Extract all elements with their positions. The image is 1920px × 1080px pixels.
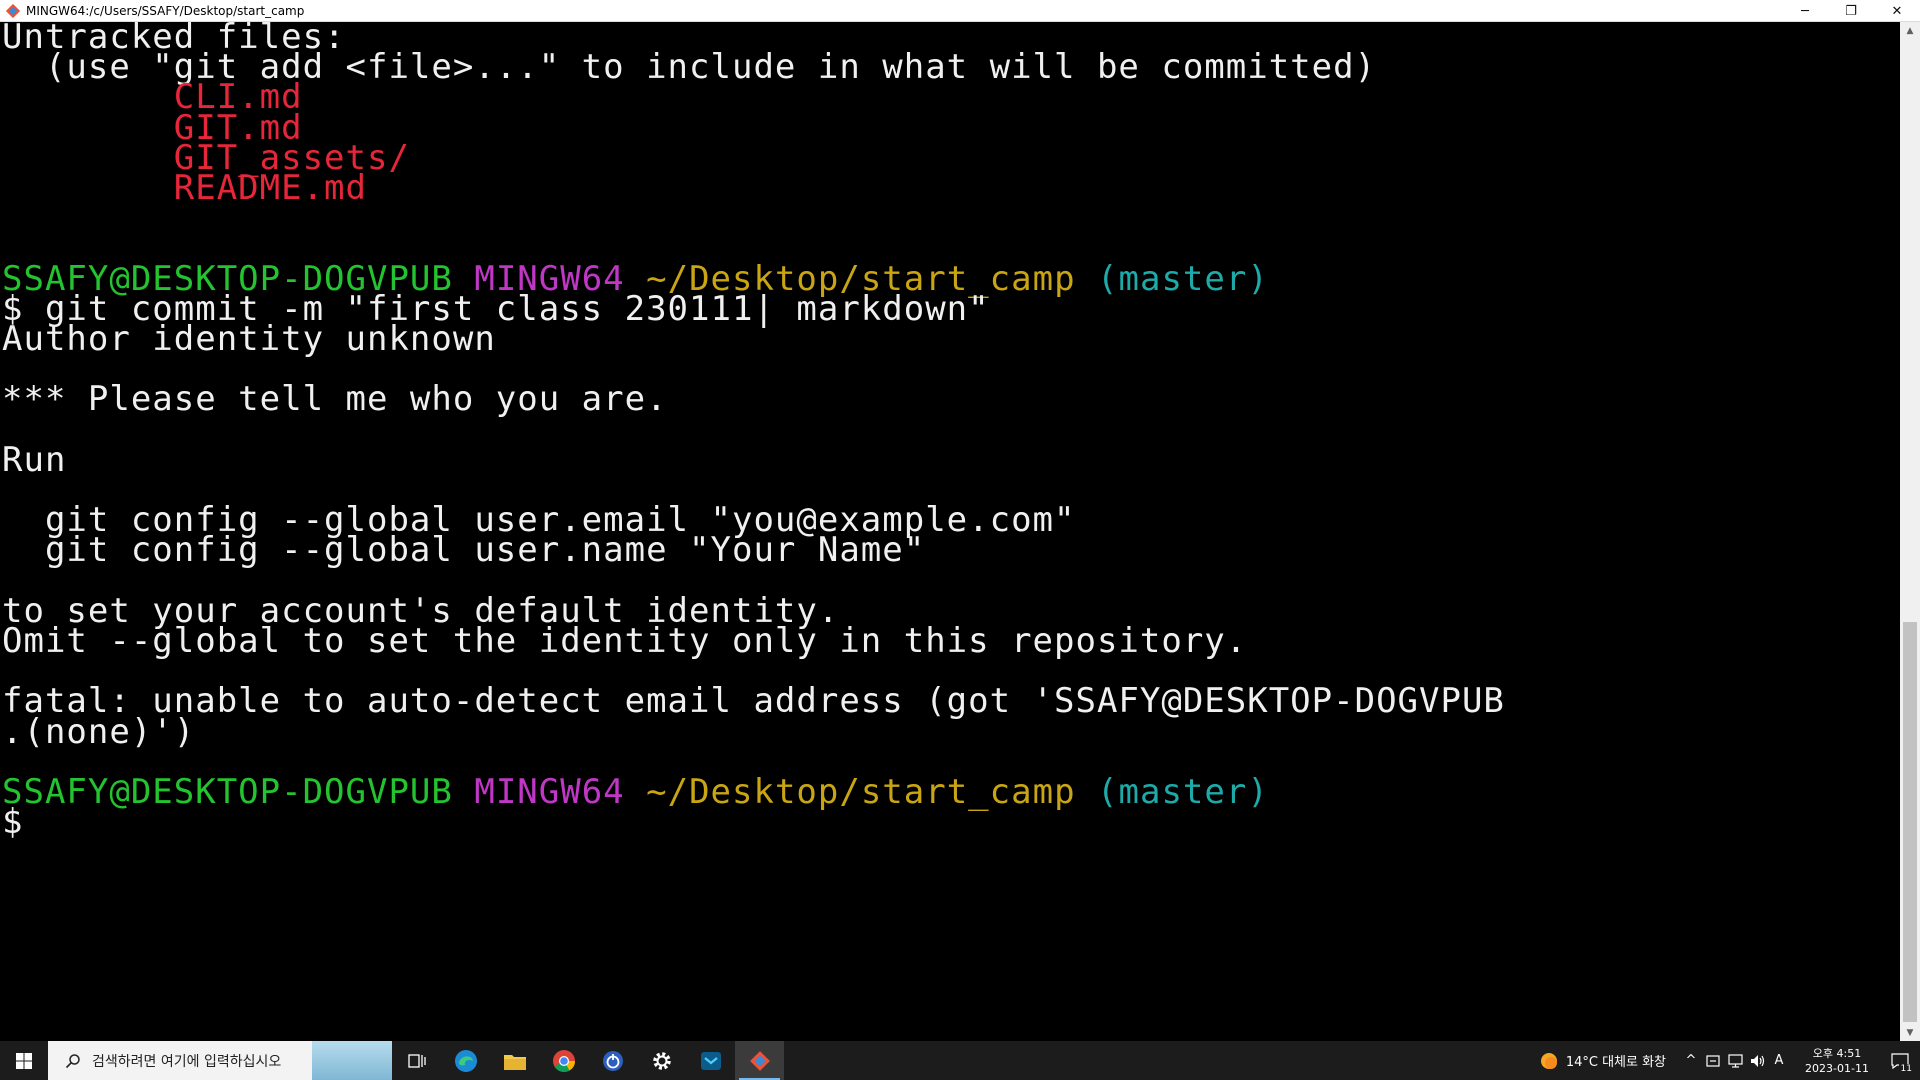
chevron-up-icon[interactable]: ^ [1680,1041,1702,1080]
power-app-icon[interactable] [588,1041,637,1080]
weather-sun-icon [1540,1052,1557,1069]
windows-taskbar: 검색하려면 여기에 입력하십시오 14°C 대체로 화창 ^ A 오후 4:51… [0,1041,1920,1080]
terminal-text-segment: ~/Desktop/start_camp [646,772,1076,812]
terminal-line: fatal: unable to auto-detect email addre… [2,683,1505,720]
terminal-text-segment: MINGW64 [474,772,625,812]
notification-center-button[interactable]: 11 [1880,1041,1920,1080]
search-placeholder: 검색하려면 여기에 입력하십시오 [92,1053,282,1070]
terminal-text-segment: README.md [2,168,367,208]
terminal-text-segment: (master) [1097,258,1269,299]
terminal-app-icon[interactable] [686,1041,735,1080]
terminal-line: SSAFY@DESKTOP-DOGVPUB MINGW64 ~/Desktop/… [2,774,1269,811]
terminal-line: .(none)') [2,711,196,752]
chrome-icon[interactable] [539,1041,588,1080]
terminal-text-segment: git config --global user.name "Your Name… [2,530,926,571]
vertical-scrollbar[interactable]: ▲ ▼ [1900,22,1920,1041]
weather-text[interactable]: 14°C 대체로 화창 [1566,1051,1666,1070]
edge-icon[interactable] [441,1041,490,1080]
terminal-line: *** Please tell me who you are. [2,381,668,418]
terminal-text-segment: fatal: unable to auto-detect email addre… [2,681,1505,722]
start-button[interactable] [0,1041,48,1080]
git-bash-icon[interactable] [735,1041,784,1080]
terminal-text-segment: Run [2,439,67,480]
git-bash-app-icon [6,3,20,18]
terminal-output[interactable]: Untracked files: (use "git add <file>...… [0,22,1900,1041]
clock[interactable]: 오후 4:51 2023-01-11 [1794,1046,1880,1076]
terminal-line: $ [2,804,23,841]
ime-indicator[interactable]: A [1768,1041,1790,1080]
window-controls: ─ ❐ ✕ [1782,0,1920,22]
terminal-text-segment: Author identity unknown [2,319,496,359]
file-explorer-icon[interactable] [490,1041,539,1080]
search-highlight-image [312,1041,392,1080]
restore-button[interactable]: ❐ [1828,0,1874,22]
system-tray: 14°C 대체로 화창 ^ A 오후 4:51 2023-01-11 11 [1538,1041,1920,1080]
terminal-text-segment: (master) [1097,772,1269,812]
clock-date: 2023-01-11 [1805,1061,1869,1075]
settings-icon[interactable] [637,1041,686,1080]
task-view-icon[interactable] [392,1041,441,1080]
scroll-down-arrow-icon[interactable]: ▼ [1900,1024,1920,1041]
notification-count: 11 [1898,1064,1914,1074]
taskbar-search-box[interactable]: 검색하려면 여기에 입력하십시오 [48,1041,392,1080]
terminal-text-segment: SSAFY@DESKTOP-DOGVPUB [2,772,453,812]
window-title: MINGW64:/c/Users/SSAFY/Desktop/start_cam… [26,3,305,18]
close-button[interactable]: ✕ [1874,0,1920,22]
scroll-up-arrow-icon[interactable]: ▲ [1900,22,1920,39]
terminal-line: Omit --global to set the identity only i… [2,623,1247,660]
minimize-button[interactable]: ─ [1782,0,1828,22]
network-icon[interactable] [1724,1041,1746,1080]
terminal-text-segment: .(none)') [2,711,196,752]
clock-time: 오후 4:51 [1812,1046,1862,1060]
terminal-text-segment: $ [2,802,24,843]
search-icon [58,1053,88,1069]
terminal-line: Author identity unknown [2,321,496,358]
scrollbar-thumb[interactable] [1903,622,1917,1022]
terminal-text-segment: Omit --global to set the identity only i… [2,621,1248,661]
windows-logo-icon [16,1052,32,1069]
window-titlebar[interactable]: MINGW64:/c/Users/SSAFY/Desktop/start_cam… [0,0,1920,22]
terminal-line: README.md [2,170,367,207]
security-icon[interactable] [1702,1041,1724,1080]
terminal-text-segment: *** Please tell me who you are. [2,379,668,420]
volume-icon[interactable] [1746,1041,1768,1080]
terminal-line: git config --global user.name "Your Name… [2,532,925,569]
terminal-line: Run [2,439,67,480]
